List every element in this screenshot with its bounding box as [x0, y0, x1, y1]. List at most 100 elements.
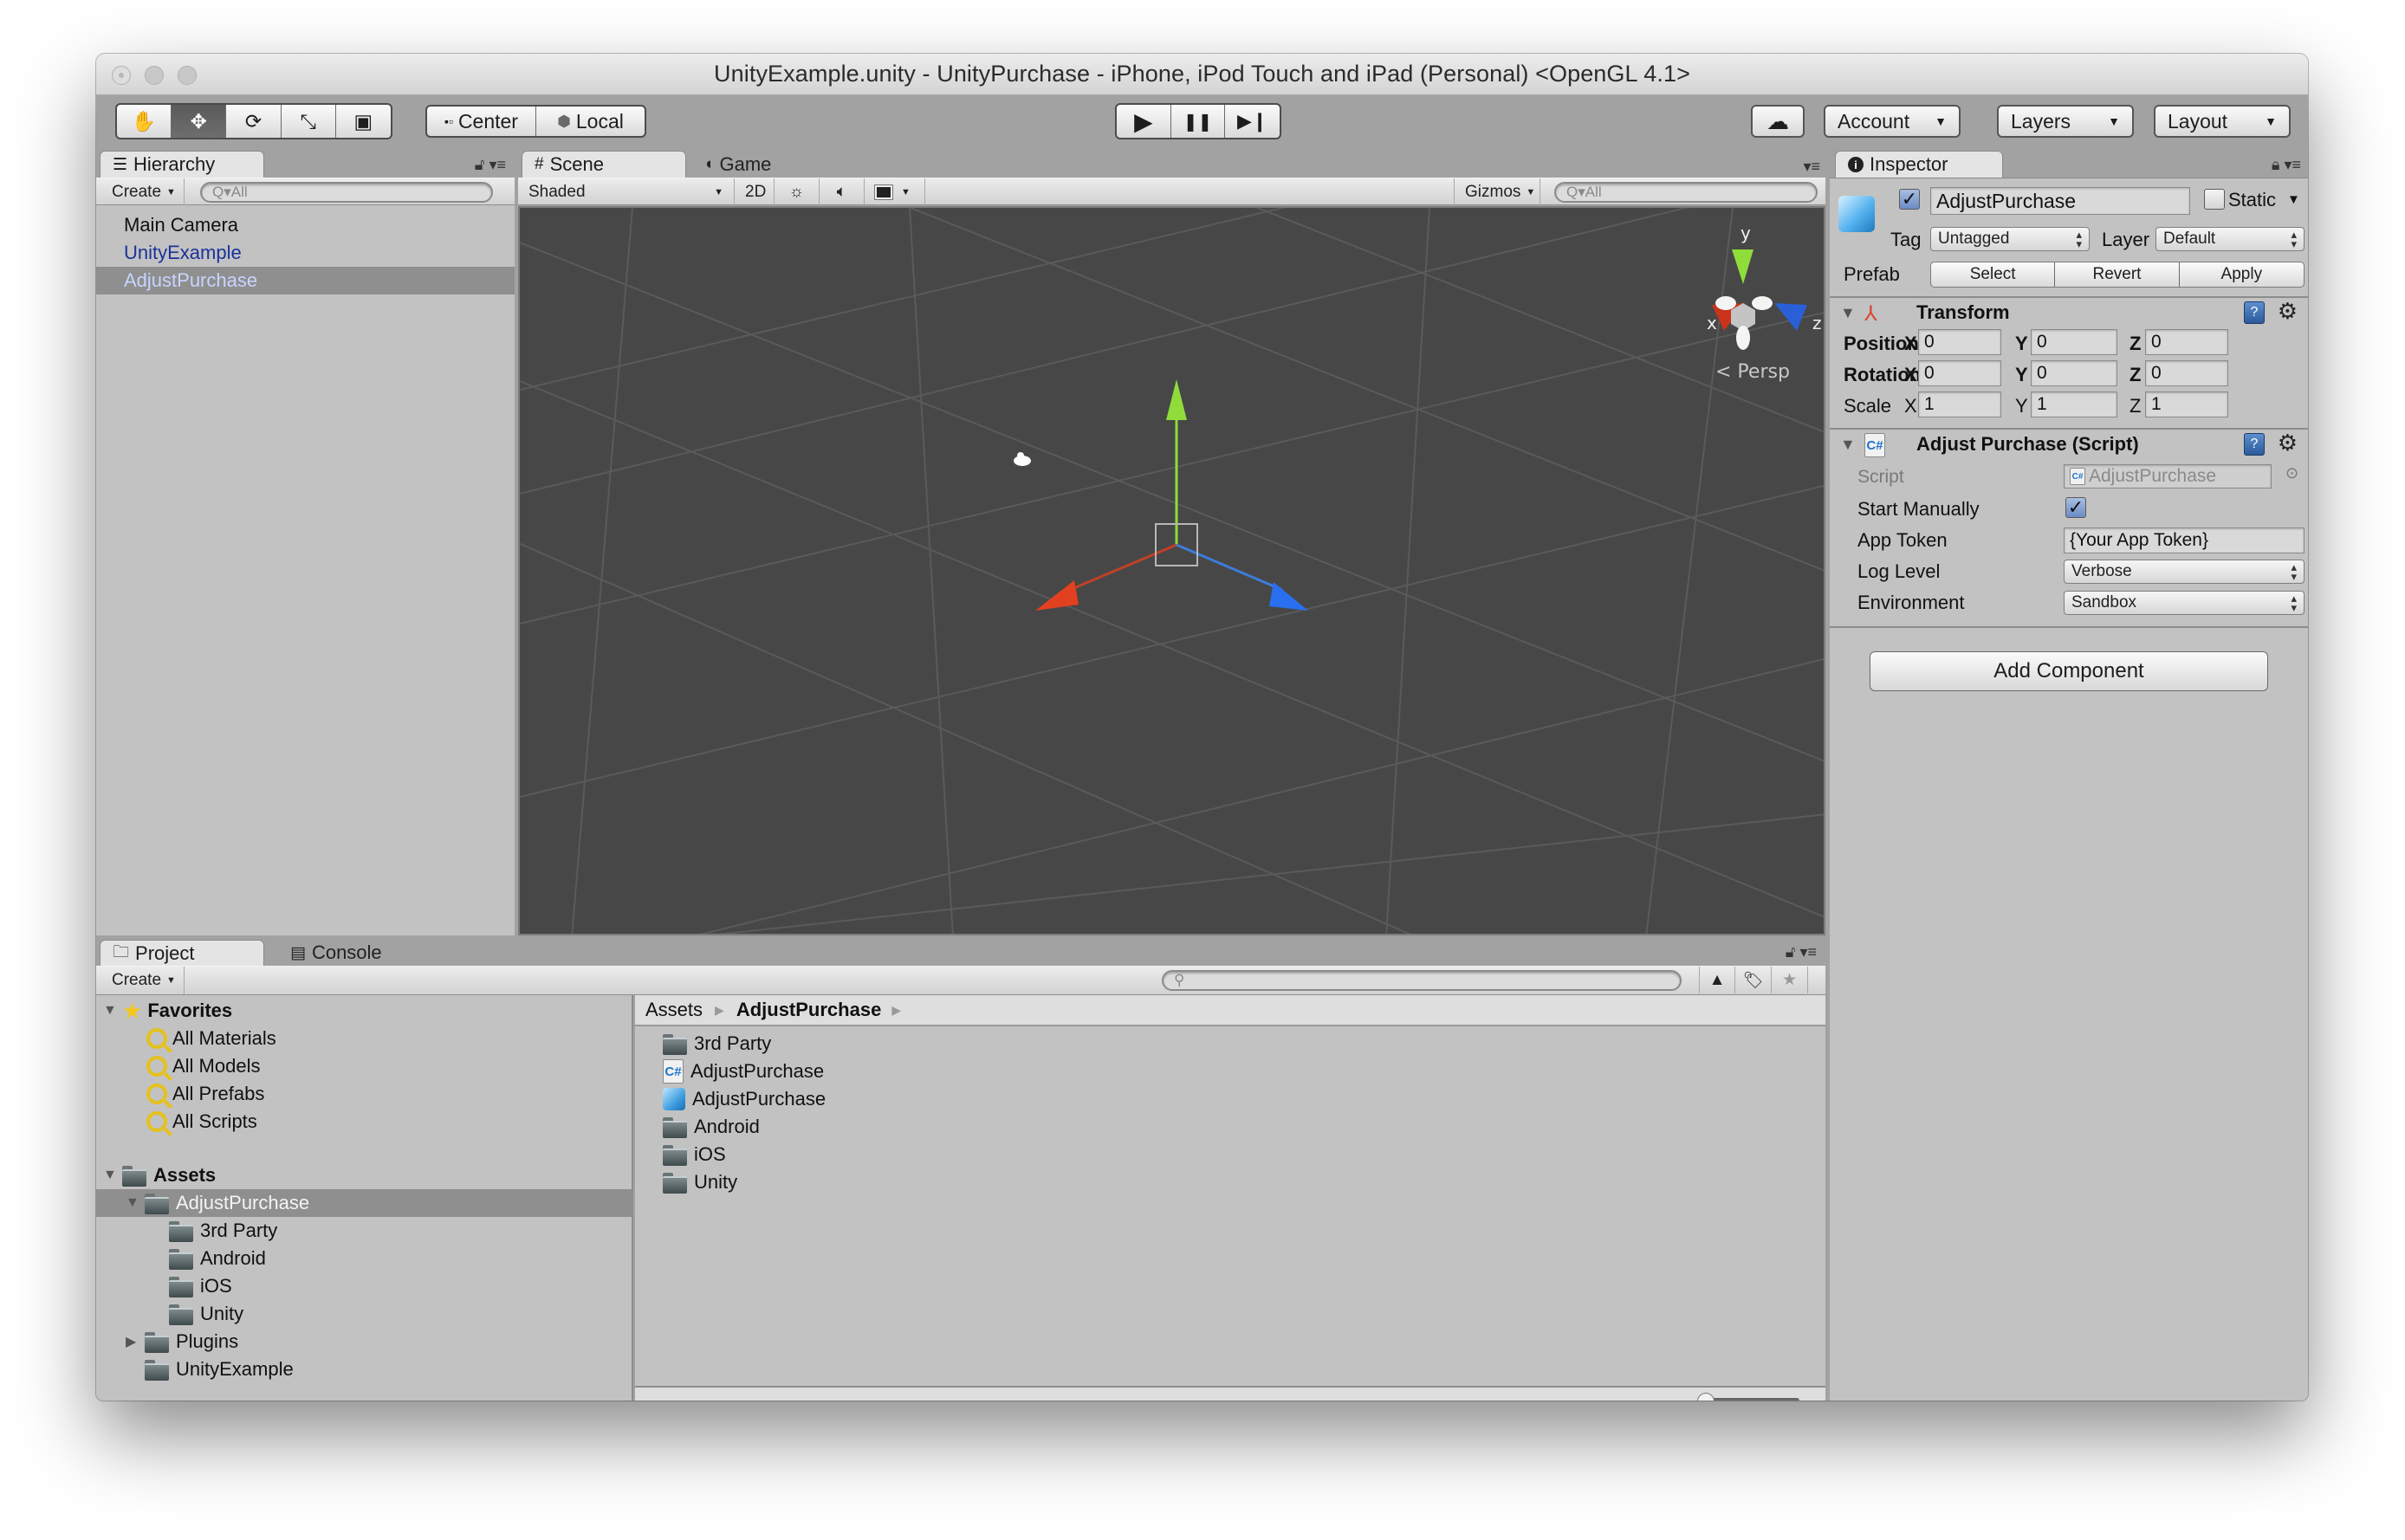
favorite-item[interactable]: All Models	[96, 1052, 632, 1080]
scale-tool-button[interactable]: ⤡	[282, 105, 336, 138]
transform-y-input[interactable]: 0	[2031, 360, 2117, 386]
axis-y-label[interactable]: Y	[2015, 364, 2028, 386]
cloud-services-button[interactable]: ☁	[1751, 105, 1805, 138]
prefab-revert-button[interactable]: Revert	[2055, 262, 2180, 287]
hierarchy-item-selected[interactable]: AdjustPurchase	[96, 267, 515, 294]
asset-item[interactable]: iOS	[635, 1141, 1825, 1168]
account-dropdown[interactable]: Account ▼	[1824, 105, 1961, 138]
favorites-header[interactable]: ▼ ★ Favorites	[96, 997, 632, 1025]
rotate-tool-button[interactable]: ⟳	[226, 105, 282, 138]
panel-options[interactable]: 🔓︎ ▾≡	[475, 156, 506, 174]
panel-options[interactable]: 🔓︎ ▾≡	[1786, 943, 1817, 961]
y-axis-arrow[interactable]	[1166, 379, 1187, 420]
transform-z-input[interactable]: 0	[2145, 329, 2228, 355]
tab-game[interactable]: ◖ Game	[691, 151, 813, 178]
project-search-input[interactable]: ⚲	[1162, 970, 1682, 991]
app-token-input[interactable]: {Your App Token}	[2064, 527, 2305, 553]
hierarchy-item[interactable]: UnityExample	[96, 239, 515, 267]
asset-item[interactable]: AdjustPurchase	[635, 1085, 1825, 1113]
asset-folder-item[interactable]: iOS	[96, 1272, 632, 1300]
asset-folder-item[interactable]: ▼ AdjustPurchase	[96, 1189, 632, 1217]
object-picker-icon[interactable]: ⊙	[2285, 464, 2298, 482]
effects-dropdown[interactable]: ▼	[865, 178, 925, 205]
hand-tool-button[interactable]: ✋	[117, 105, 172, 138]
favorite-item[interactable]: All Prefabs	[96, 1080, 632, 1108]
hierarchy-create-dropdown[interactable]: Create ▼	[101, 178, 185, 205]
foldout-arrow-icon[interactable]: ▼	[1840, 304, 1856, 322]
axis-z-label[interactable]: Z	[2129, 395, 2141, 417]
zoom-button[interactable]	[178, 66, 197, 85]
static-checkbox[interactable]	[2204, 189, 2225, 210]
pivot-rotation-button[interactable]: ⬢ Local	[536, 107, 645, 136]
object-active-checkbox[interactable]: ✓	[1899, 189, 1920, 210]
asset-item[interactable]: Android	[635, 1113, 1825, 1141]
asset-item[interactable]: C# AdjustPurchase	[635, 1058, 1825, 1085]
asset-folder-item[interactable]: ▶ Plugins	[96, 1328, 632, 1356]
breadcrumb-item[interactable]: AdjustPurchase	[736, 999, 882, 1021]
step-button[interactable]: ▶❙	[1225, 105, 1280, 138]
menu-icon[interactable]: ▾≡	[1803, 158, 1820, 176]
axis-x-label[interactable]: X	[1904, 395, 1917, 417]
gear-icon[interactable]: ⚙	[2278, 430, 2298, 456]
log-level-dropdown[interactable]: Verbose ▴ ▾	[2064, 560, 2305, 584]
hierarchy-search-input[interactable]: Q▾All	[200, 182, 493, 203]
foldout-arrow-icon[interactable]: ▼	[1840, 436, 1856, 454]
tab-console[interactable]: ▤ Console	[278, 940, 417, 966]
save-search-button[interactable]: ★	[1772, 967, 1808, 993]
add-component-button[interactable]: Add Component	[1870, 651, 2268, 691]
filter-by-label-button[interactable]: 🏷︎	[1735, 967, 1772, 993]
axis-y-label[interactable]: Y	[2015, 333, 2028, 355]
foldout-arrow-icon[interactable]: ▼	[103, 1003, 119, 1019]
orientation-gizmo[interactable]: y x z < Persp	[1707, 223, 1822, 383]
axis-y-label[interactable]: Y	[2015, 395, 2028, 417]
tab-hierarchy[interactable]: ☰ Hierarchy	[100, 151, 264, 178]
asset-item[interactable]: Unity	[635, 1168, 1825, 1196]
minimize-button[interactable]	[145, 66, 164, 85]
transform-z-input[interactable]: 0	[2145, 360, 2228, 386]
foldout-arrow-icon[interactable]: ▶	[126, 1333, 141, 1350]
breadcrumb-item[interactable]: Assets	[645, 999, 703, 1021]
axis-z-label[interactable]: Z	[2129, 333, 2141, 355]
tab-inspector[interactable]: i Inspector	[1835, 151, 2003, 178]
rect-tool-button[interactable]: ▣	[336, 105, 391, 138]
pivot-mode-button[interactable]: ▪▫ Center	[427, 107, 536, 136]
object-name-input[interactable]: AdjustPurchase	[1930, 187, 2190, 215]
foldout-arrow-icon[interactable]: ▼	[126, 1195, 141, 1211]
shading-mode-dropdown[interactable]: Shaded ▼	[518, 178, 735, 205]
asset-folder-item[interactable]: Unity	[96, 1300, 632, 1328]
transform-component-header[interactable]: ▼ ⅄ Transform ? ⚙	[1830, 296, 2308, 327]
tag-dropdown[interactable]: Untagged ▴ ▾	[1930, 227, 2090, 251]
transform-z-input[interactable]: 1	[2145, 391, 2228, 417]
static-dropdown-icon[interactable]: ▼	[2287, 192, 2300, 207]
asset-folder-item[interactable]: UnityExample	[96, 1356, 632, 1383]
play-button[interactable]: ▶	[1117, 105, 1171, 138]
assets-header[interactable]: ▼ Assets	[96, 1161, 632, 1189]
layout-dropdown[interactable]: Layout ▼	[2154, 105, 2291, 138]
transform-y-input[interactable]: 0	[2031, 329, 2117, 355]
start-manually-checkbox[interactable]: ✓	[2065, 497, 2086, 518]
lighting-toggle[interactable]: ☼	[775, 178, 820, 205]
favorite-item[interactable]: All Scripts	[96, 1108, 632, 1136]
filter-by-type-button[interactable]: ▲	[1699, 967, 1735, 993]
script-component-header[interactable]: ▼ C# Adjust Purchase (Script) ? ⚙	[1830, 428, 2308, 459]
move-tool-button[interactable]: ✥	[172, 105, 227, 138]
asset-folder-item[interactable]: 3rd Party	[96, 1217, 632, 1245]
transform-x-input[interactable]: 1	[1918, 391, 2001, 417]
gear-icon[interactable]: ⚙	[2278, 298, 2298, 325]
tab-project[interactable]: 🗀︎ Project	[100, 940, 264, 966]
tab-scene[interactable]: # Scene	[522, 151, 686, 178]
asset-item[interactable]: 3rd Party	[635, 1030, 1825, 1058]
audio-toggle[interactable]: 🔈︎	[820, 178, 865, 205]
axis-z-label[interactable]: Z	[2129, 364, 2141, 386]
project-create-dropdown[interactable]: Create ▼	[101, 967, 185, 994]
projection-label[interactable]: < Persp	[1715, 361, 1790, 383]
z-axis-arrow[interactable]	[1269, 582, 1308, 611]
close-button[interactable]	[112, 66, 131, 85]
icon-size-slider-track[interactable]	[1704, 1398, 1799, 1401]
x-axis-handle[interactable]	[1065, 543, 1177, 593]
icon-size-slider-thumb[interactable]	[1697, 1393, 1715, 1401]
foldout-arrow-icon[interactable]: ▼	[103, 1168, 119, 1183]
y-axis-cone[interactable]	[1732, 249, 1754, 284]
z-axis-cone[interactable]	[1774, 303, 1807, 331]
help-book-icon[interactable]: ?	[2244, 301, 2265, 324]
